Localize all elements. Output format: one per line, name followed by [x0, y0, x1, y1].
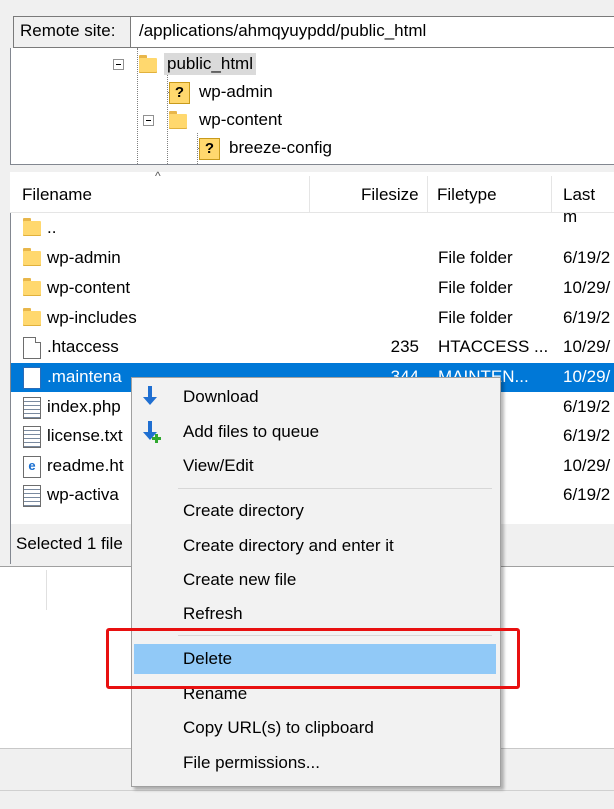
html-file-icon: e [23, 456, 41, 478]
menu-item-label: Create new file [183, 570, 297, 589]
file-name: readme.ht [47, 456, 124, 475]
tree-item-breeze-config[interactable]: breeze-config [229, 137, 332, 159]
divider [0, 790, 614, 791]
file-name: wp-includes [47, 308, 137, 327]
php-file-icon [23, 485, 41, 507]
folder-up-icon [23, 218, 41, 236]
collapse-icon[interactable] [113, 59, 124, 70]
tree-guide-line [167, 74, 168, 164]
column-header-filesize[interactable]: Filesize [361, 184, 419, 206]
file-name: .htaccess [47, 337, 119, 356]
file-icon [23, 367, 41, 389]
remote-path-value[interactable]: /applications/ahmqyuypdd/public_html [139, 20, 426, 42]
tree-item-public-html[interactable]: public_html [164, 53, 256, 75]
tree-guide-line [137, 48, 138, 164]
file-name: .. [47, 218, 57, 237]
menu-item-label: Copy URL(s) to clipboard [183, 718, 374, 737]
folder-icon [23, 278, 41, 296]
file-row[interactable]: .. [11, 214, 614, 243]
file-modified: 10/29/ [563, 367, 611, 386]
menu-separator [178, 488, 492, 489]
annotation-highlight-box [106, 628, 520, 689]
column-divider[interactable] [309, 176, 310, 212]
file-row[interactable]: .htaccess 235 HTACCESS ... 10/29/ [11, 333, 614, 362]
download-icon [143, 386, 157, 405]
menu-item-label: View/Edit [183, 456, 254, 475]
menu-item-label: File permissions... [183, 753, 320, 772]
file-modified: 10/29/ [563, 456, 611, 475]
file-modified: 6/19/2 [563, 426, 611, 445]
file-name: wp-activa [47, 485, 119, 504]
file-modified: 6/19/2 [563, 308, 611, 327]
file-size: 235 [390, 337, 419, 356]
file-type: File folder [438, 248, 513, 267]
menu-item-label: Refresh [183, 604, 243, 623]
file-modified: 6/19/2 [563, 397, 611, 416]
file-type: File folder [438, 308, 513, 327]
column-divider[interactable] [551, 176, 552, 212]
file-modified: 6/19/2 [563, 485, 611, 504]
menu-item-label: Download [183, 387, 259, 406]
menu-item-label: Add files to queue [183, 422, 320, 441]
file-modified: 6/19/2 [563, 248, 611, 267]
file-name: .maintena [47, 367, 122, 386]
file-name: wp-content [47, 278, 131, 297]
column-header-filename[interactable]: Filename [22, 184, 92, 206]
add-to-queue-icon [143, 421, 161, 443]
unknown-folder-icon: ? [199, 138, 220, 160]
sort-ascending-icon: ^ [155, 169, 161, 183]
folder-icon [23, 248, 41, 266]
file-name: license.txt [47, 426, 123, 445]
remote-site-label: Remote site: [20, 21, 116, 40]
tree-item-wp-admin[interactable]: wp-admin [199, 81, 273, 103]
menu-item-label: Create directory [183, 501, 304, 520]
php-file-icon [23, 397, 41, 419]
file-type: File folder [438, 278, 513, 297]
folder-icon [23, 308, 41, 326]
file-row[interactable]: wp-admin File folder 6/19/2 [11, 244, 614, 273]
file-name: index.php [47, 397, 121, 416]
collapse-icon[interactable] [143, 115, 154, 126]
column-divider[interactable] [427, 176, 428, 212]
column-header-filetype[interactable]: Filetype [437, 184, 497, 206]
text-file-icon [23, 426, 41, 448]
folder-icon [139, 55, 157, 73]
tree-item-wp-content[interactable]: wp-content [199, 109, 282, 131]
file-type: HTACCESS ... [438, 337, 549, 356]
file-icon [23, 337, 41, 359]
file-row[interactable]: wp-content File folder 10/29/ [11, 274, 614, 303]
file-name: wp-admin [47, 248, 121, 267]
menu-item-label: Create directory and enter it [183, 536, 394, 555]
status-text: Selected 1 file [16, 534, 123, 553]
file-list-header [10, 172, 614, 213]
remote-directory-tree[interactable]: public_html ? wp-admin wp-content ? bree… [10, 48, 614, 165]
file-modified: 10/29/ [563, 337, 611, 356]
unknown-folder-icon: ? [169, 82, 190, 104]
queue-column-divider [46, 570, 47, 610]
file-row[interactable]: wp-includes File folder 6/19/2 [11, 304, 614, 333]
folder-icon [169, 111, 187, 129]
file-modified: 10/29/ [563, 278, 611, 297]
